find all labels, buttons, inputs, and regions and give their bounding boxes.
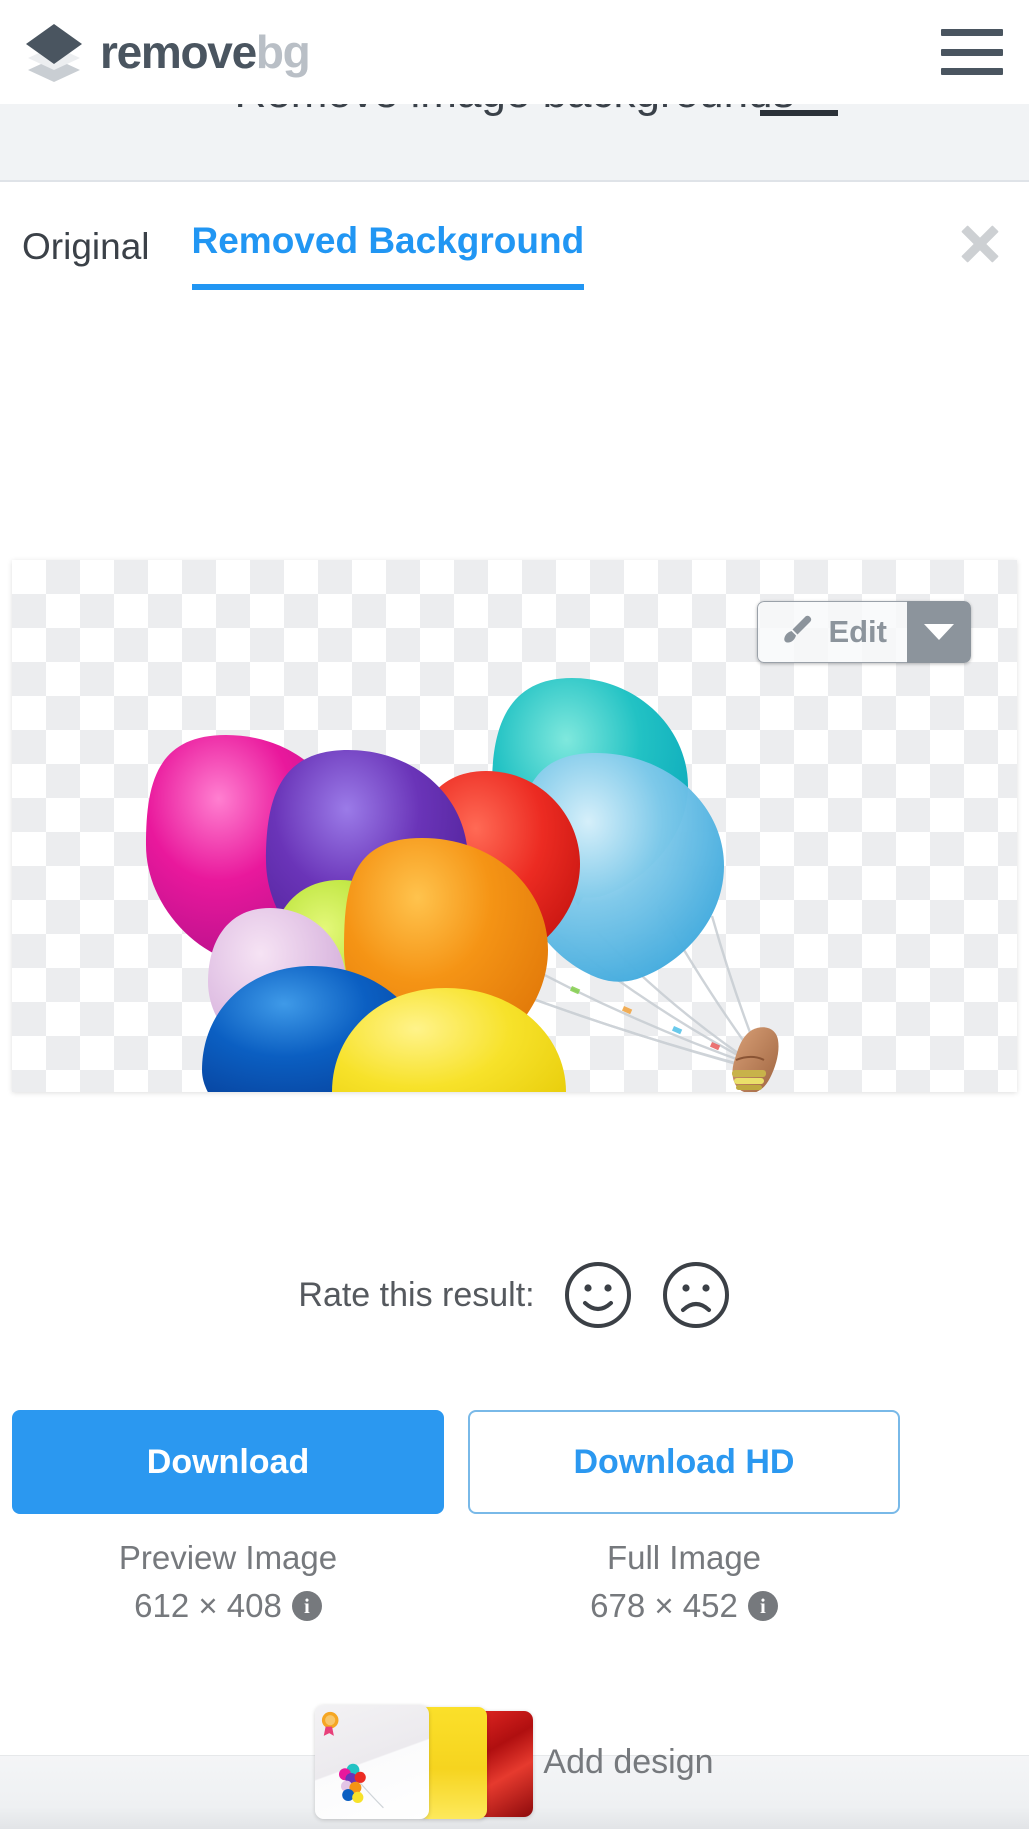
edit-button-main[interactable]: Edit: [757, 601, 907, 663]
full-image-title: Full Image: [606, 1539, 762, 1576]
preview-image-title: Preview Image: [118, 1539, 338, 1576]
download-button[interactable]: Download: [12, 1410, 444, 1514]
rating-row: Rate this result:: [0, 1260, 1029, 1330]
close-icon[interactable]: [951, 214, 1009, 272]
brand-logo[interactable]: removebg: [22, 20, 311, 84]
result-canvas[interactable]: Edit: [12, 560, 1017, 1092]
smiley-face-icon[interactable]: [563, 1260, 633, 1330]
edit-button-label: Edit: [828, 614, 887, 649]
yellow-background-thumbnail[interactable]: [419, 1707, 488, 1819]
full-image-dimensions-row: 678 × 452 i: [468, 1582, 900, 1630]
brand-name-primary: remove: [100, 26, 257, 78]
preview-image-meta: Preview Image 612 × 408 i: [12, 1534, 444, 1630]
paintbrush-icon: [780, 613, 814, 652]
result-tabbar: Original Removed Background: [0, 182, 1029, 290]
info-icon[interactable]: i: [747, 1590, 778, 1621]
add-design-button[interactable]: Add design: [0, 1702, 1029, 1822]
chevron-down-icon[interactable]: [907, 601, 971, 663]
scrolled-content-strip: Remove image backgrounds: [0, 104, 1029, 181]
full-image-meta: Full Image 678 × 452 i: [468, 1534, 900, 1630]
preview-image-dimensions: 612 × 408: [134, 1586, 282, 1624]
tab-removed-background[interactable]: Removed Background: [191, 220, 585, 290]
headline-underline: [760, 110, 838, 116]
layers-diamond-icon: [22, 20, 86, 84]
add-design-label: Add design: [543, 1742, 714, 1781]
info-icon[interactable]: i: [291, 1590, 322, 1621]
preview-image-dimensions-row: 612 × 408 i: [12, 1582, 444, 1630]
scrolled-headline-ghost: Remove image backgrounds: [0, 104, 1029, 118]
rating-label: Rate this result:: [298, 1275, 535, 1314]
frowny-face-icon[interactable]: [661, 1260, 731, 1330]
result-panel: Original Removed Background Edit Rate th…: [0, 182, 1029, 1819]
download-buttons-row: Download Download HD: [12, 1410, 1029, 1514]
download-hd-button[interactable]: Download HD: [468, 1410, 900, 1514]
brand-name-secondary: bg: [255, 26, 311, 78]
download-meta-row: Preview Image 612 × 408 i Full Image 678…: [12, 1534, 1029, 1630]
tab-original[interactable]: Original: [22, 226, 150, 290]
edit-button[interactable]: Edit: [757, 601, 971, 663]
hamburger-menu-icon[interactable]: [941, 29, 1003, 75]
balloons-white-card-thumbnail[interactable]: [315, 1705, 430, 1819]
design-thumbnails: [315, 1702, 534, 1822]
site-header: removebg: [0, 0, 1029, 104]
full-image-dimensions: 678 × 452: [590, 1586, 738, 1624]
